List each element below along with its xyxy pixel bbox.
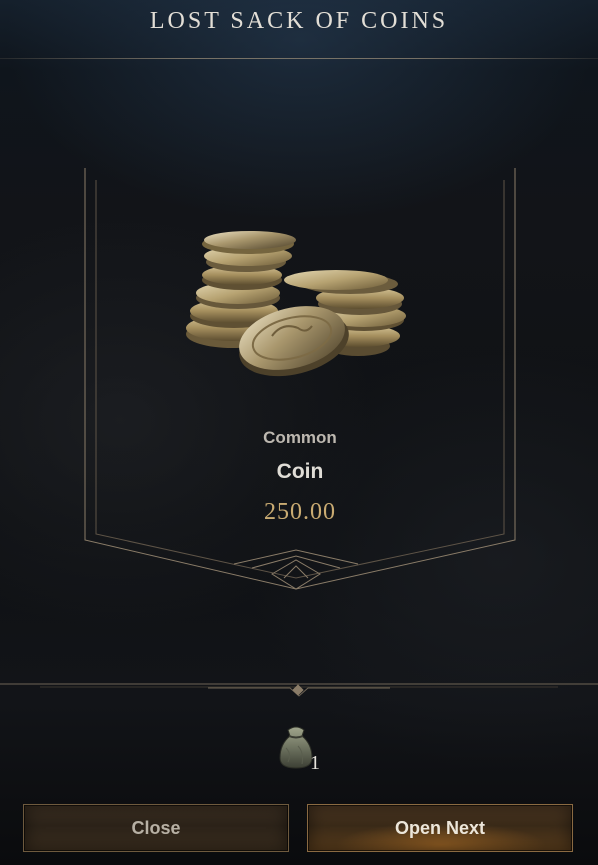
- loot-queue: 1: [270, 722, 340, 778]
- loot-popup: LOST SACK OF COINS Common Coin 250.00 1 …: [0, 0, 598, 865]
- popup-title: LOST SACK OF COINS: [149, 8, 449, 34]
- item-name: Coin: [276, 460, 324, 483]
- item-rarity: Common: [263, 428, 337, 447]
- coin-sack-icon: [279, 726, 313, 769]
- title-bar: LOST SACK OF COINS: [0, 0, 598, 59]
- coin-stack-icon: [186, 231, 406, 377]
- reward-card: Common Coin 250.00: [84, 168, 516, 593]
- close-button[interactable]: Close: [23, 804, 289, 852]
- open-next-button[interactable]: Open Next: [307, 804, 573, 852]
- section-divider: [0, 683, 598, 697]
- item-value: 250.00: [264, 499, 336, 525]
- title-divider: [0, 58, 598, 59]
- queue-count: 1: [310, 752, 320, 774]
